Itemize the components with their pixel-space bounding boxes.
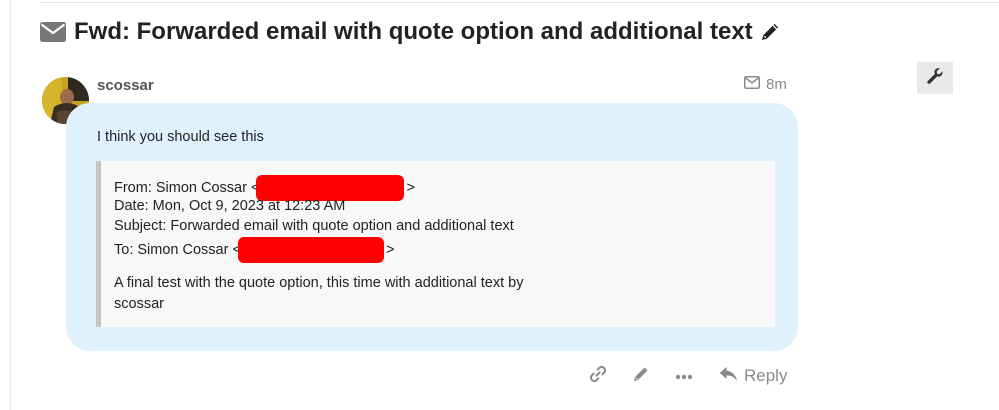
top-divider xyxy=(40,2,999,3)
reply-button[interactable]: Reply xyxy=(719,362,787,390)
copy-link-button[interactable] xyxy=(585,362,611,390)
post-body: I think you should see this From: Simon … xyxy=(66,103,798,351)
topic-page: Fwd: Forwarded email with quote option a… xyxy=(0,0,999,410)
left-divider xyxy=(10,0,11,410)
quote-to-prefix: To: Simon Cossar < xyxy=(114,241,241,258)
link-icon xyxy=(589,365,607,388)
reply-label: Reply xyxy=(744,366,788,385)
post-intro-text: I think you should see this xyxy=(97,129,264,145)
envelope-outline-icon[interactable] xyxy=(744,76,760,93)
topic-title[interactable]: Fwd: Forwarded email with quote option a… xyxy=(74,18,753,46)
admin-wrench-button[interactable] xyxy=(917,62,953,94)
ellipsis-icon xyxy=(675,367,693,385)
redaction-block xyxy=(237,237,384,263)
quote-to-suffix: > xyxy=(385,241,395,258)
edit-post-button[interactable] xyxy=(628,362,654,390)
topic-title-row: Fwd: Forwarded email with quote option a… xyxy=(40,16,781,48)
forwarded-quote: From: Simon Cossar < > Date: Mon, Oct 9, … xyxy=(96,161,775,327)
quote-subject-line: Subject: Forwarded email with quote opti… xyxy=(114,218,514,234)
more-actions-button[interactable] xyxy=(671,362,697,390)
pencil-icon xyxy=(632,365,650,388)
reply-icon xyxy=(719,366,738,387)
quote-from-prefix: From: Simon Cossar < xyxy=(114,179,260,196)
edit-title-pencil-icon[interactable] xyxy=(759,21,781,43)
quote-from-suffix: > xyxy=(406,179,415,196)
envelope-icon xyxy=(40,22,66,42)
post-timestamp[interactable]: 8m xyxy=(766,76,787,93)
post-meta: 8m xyxy=(744,76,787,93)
post-username[interactable]: scossar xyxy=(97,77,154,94)
post-actions: Reply xyxy=(585,362,787,390)
quote-to-line: To: Simon Cossar < > xyxy=(114,237,394,263)
quote-body-line: scossar xyxy=(114,296,164,312)
wrench-icon xyxy=(926,67,944,90)
quote-body-line: A final test with the quote option, this… xyxy=(114,275,524,291)
quote-body-text: A final test with the quote option, this… xyxy=(114,273,564,315)
quote-date-line: Date: Mon, Oct 9, 2023 at 12:23 AM xyxy=(114,198,346,214)
